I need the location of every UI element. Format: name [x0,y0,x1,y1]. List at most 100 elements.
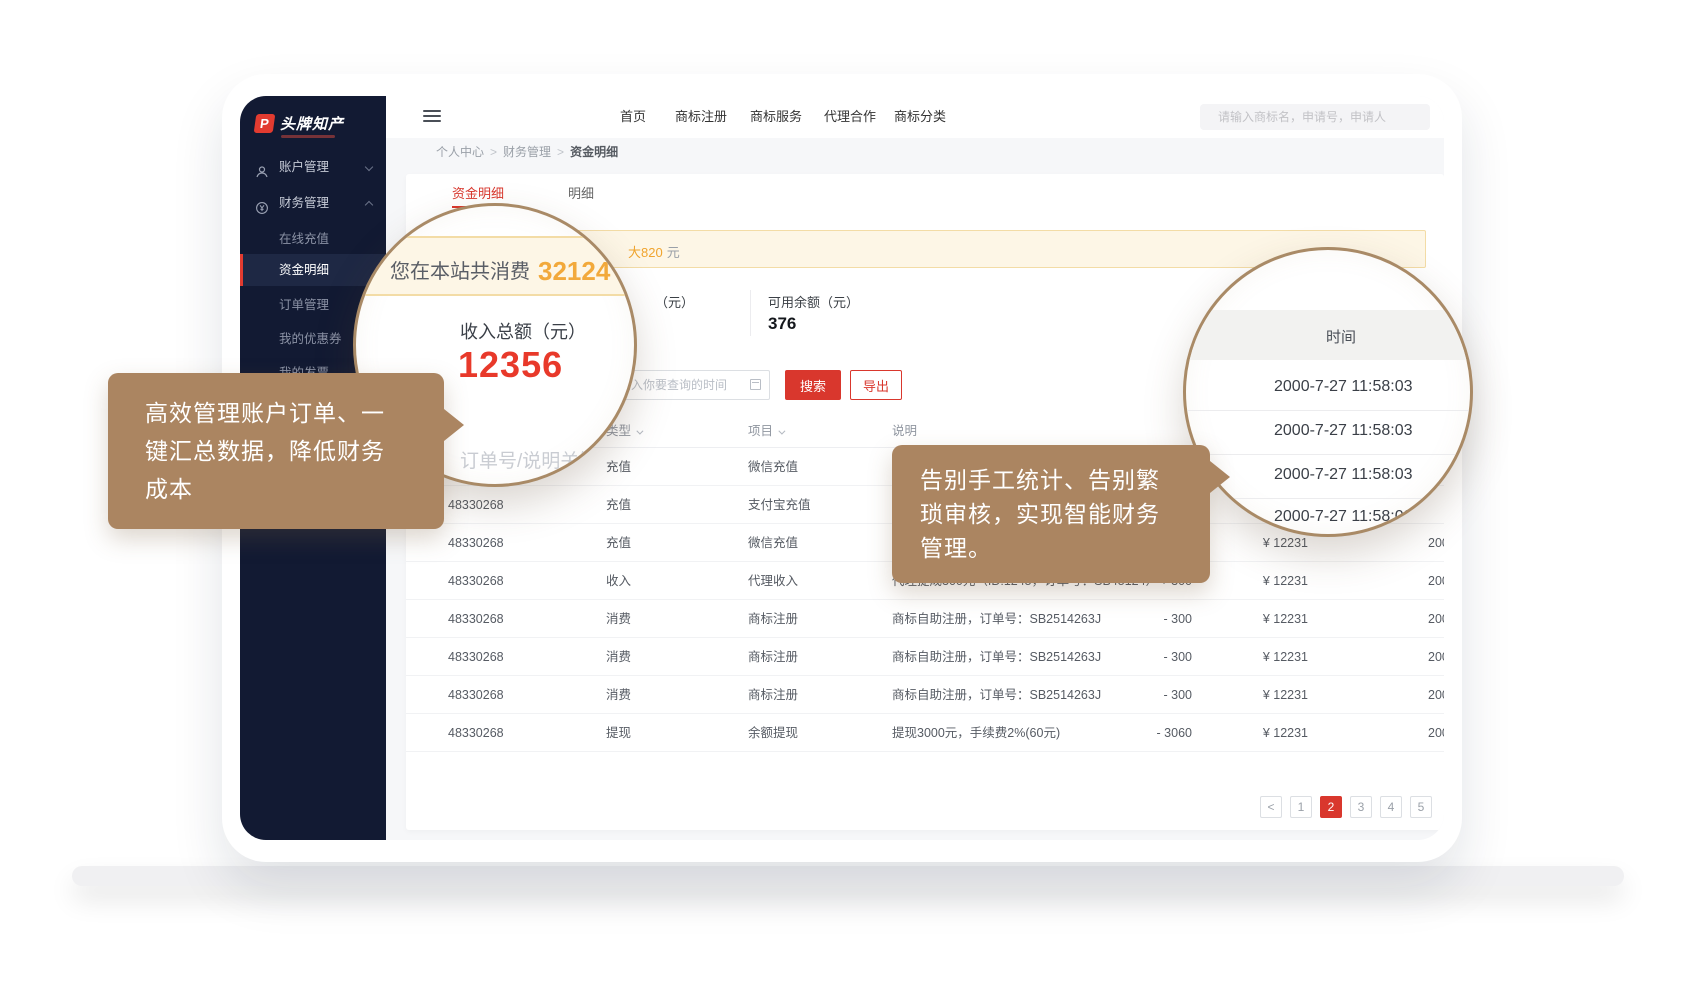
sidebar-item-label: 财务管理 [279,188,329,218]
lens-row-separator [1186,410,1470,411]
callout-left-text: 高效管理账户订单、一键汇总数据，降低财务成本 [145,394,407,508]
user-icon [255,160,269,174]
sidebar-item-label: 订单管理 [279,290,329,320]
sort-caret-icon [778,428,785,435]
pagination-page-5[interactable]: 5 [1410,796,1432,818]
lens-banner-prefix: 您在本站共消费 [390,261,530,283]
cell-type: 充值 [606,486,631,524]
callout-left: 高效管理账户订单、一键汇总数据，降低财务成本 [108,373,444,529]
stat-available-balance-value: 376 [768,314,796,334]
cell-type: 消费 [606,676,631,714]
global-search-input[interactable]: 请输入商标名，申请号，申请人 [1200,104,1430,130]
breadcrumb-segment[interactable]: 个人中心 [436,145,484,159]
cell-balance: ¥ 12231 [1206,676,1308,714]
cell-amount: - 300 [1046,638,1192,676]
cell-project: 商标注册 [748,638,798,676]
table-row: 48330268消费商标注册商标自助注册，订单号：SB2514263J- 300… [406,600,1444,638]
brand-logo-text: 头牌知产 [280,113,344,134]
pagination-page-4[interactable]: 4 [1380,796,1402,818]
pagination-page-2[interactable]: 2 [1320,796,1342,818]
cell-time: 2000-7-27 11:58:03 [1428,714,1444,752]
cell-type: 提现 [606,714,631,752]
hamburger-menu-icon[interactable] [423,110,441,123]
brand-logo[interactable]: P 头牌知产 [240,110,386,144]
lens-row-separator [1186,498,1470,499]
cell-description: 提现3000元，手续费2%(60元) [892,714,1060,752]
callout-right: 告别手工统计、告别繁琐审核，实现智能财务管理。 [892,445,1210,583]
cell-project: 代理收入 [748,562,798,600]
table-row: 48330268 提现 余额提现 提现3000元，手续费2%(60元)- 3060 ¥ … [406,714,1444,752]
nav-item-trademark-register[interactable]: 商标注册 [675,96,727,138]
breadcrumb: 个人中心 > 财务管理 > 资金明细 [386,138,1444,166]
cell-time: 2000-7-27 11:58:03 [1428,600,1444,638]
stat-divider [750,290,751,336]
cell-type: 消费 [606,600,631,638]
lens-time-value: 2000-7-27 11:58:03 [1274,422,1412,440]
nav-item-home[interactable]: 首页 [620,96,646,138]
pagination-prev-button[interactable]: < [1260,796,1282,818]
callout-right-arrow [1210,461,1230,493]
lens-income-value: 12356 [458,344,563,386]
table-row: 48330268消费商标注册商标自助注册，订单号：SB2514263J- 300… [406,676,1444,714]
callout-left-arrow [444,409,464,441]
search-button[interactable]: 搜索 [785,370,841,400]
banner-amount-tail: 大820元 [628,242,680,261]
cell-time: 2000-7-27 11:58:03 [1428,524,1444,562]
nav-item-trademark-service[interactable]: 商标服务 [750,96,802,138]
magnifier-lens-right: 时间 2000-7-27 11:58:032000-7-27 11:58:032… [1183,247,1473,537]
lens-banner-band: 您在本站共消费 32124 [353,236,637,296]
sidebar-item-label: 在线充值 [279,224,329,254]
cell-project: 商标注册 [748,600,798,638]
table-header-project[interactable]: 项目 [748,414,783,448]
cell-project: 商标注册 [748,676,798,714]
cell-amount: - 3060 [1046,714,1192,752]
cell-type: 收入 [606,562,631,600]
table-header-desc: 说明 [892,414,917,448]
cell-order-number: 48330268 [448,714,504,752]
cell-amount: - 300 [1046,676,1192,714]
cell-balance: ¥ 12231 [1206,600,1308,638]
breadcrumb-segment[interactable]: 财务管理 [503,145,551,159]
lens-banner-amount: 32124 [538,256,610,286]
page: P 头牌知产 账户管理财务管理在线充值资金明细订单管理我的优惠券我的发票模板管理… [0,0,1696,1002]
sidebar-item-account[interactable]: 账户管理 [240,152,386,182]
lens-table-header-fragment: 订单号/说明关键 [460,446,598,473]
calendar-icon[interactable] [750,379,761,390]
pagination-page-3[interactable]: 3 [1350,796,1372,818]
sidebar-item-label: 我的优惠券 [279,324,342,354]
lens-time-value: 2000-7-27 11:58:03 [1274,466,1412,484]
breadcrumb-segment[interactable]: 资金明细 [570,145,618,159]
pagination: <12345 [406,796,1444,818]
sidebar-item-label: 账户管理 [279,152,329,182]
cell-order-number: 48330268 [448,676,504,714]
lens-income-label: 收入总额（元） [460,318,586,344]
pagination-page-1[interactable]: 1 [1290,796,1312,818]
cell-type: 充值 [606,524,631,562]
lens-time-value: 2000-7-27 11:58:03 [1274,508,1412,526]
cell-balance: ¥ 12231 [1206,714,1308,752]
lens-time-value: 2000-7-27 11:58:03 [1274,378,1412,396]
cell-project: 微信充值 [748,524,798,562]
nav-item-trademark-class[interactable]: 商标分类 [894,96,946,138]
export-button[interactable]: 导出 [850,370,902,400]
cell-project: 微信充值 [748,448,798,486]
cell-order-number: 48330268 [448,486,504,524]
cell-type: 消费 [606,638,631,676]
cell-time: 2000-7-27 11:58:03 [1428,638,1444,676]
breadcrumb-separator: > [490,145,497,159]
cell-time: 2000-7-27 11:58:03 [1428,562,1444,600]
cell-balance: ¥ 12231 [1206,562,1308,600]
tab-second-partial[interactable]: 明细 [568,182,594,206]
cell-order-number: 48330268 [448,638,504,676]
cell-order-number: 48330268 [448,600,504,638]
cell-type: 充值 [606,448,631,486]
cell-order-number: 48330268 [448,524,504,562]
sidebar-item-label: 资金明细 [279,254,329,286]
sidebar-item-finance[interactable]: 财务管理 [240,188,386,218]
breadcrumb-separator: > [557,145,564,159]
cell-project: 支付宝充值 [748,486,811,524]
nav-item-agent-cooperation[interactable]: 代理合作 [824,96,876,138]
stat-consumption-label-fragment: （元） [655,292,694,311]
active-item-marker [240,254,243,286]
cell-project: 余额提现 [748,714,798,752]
